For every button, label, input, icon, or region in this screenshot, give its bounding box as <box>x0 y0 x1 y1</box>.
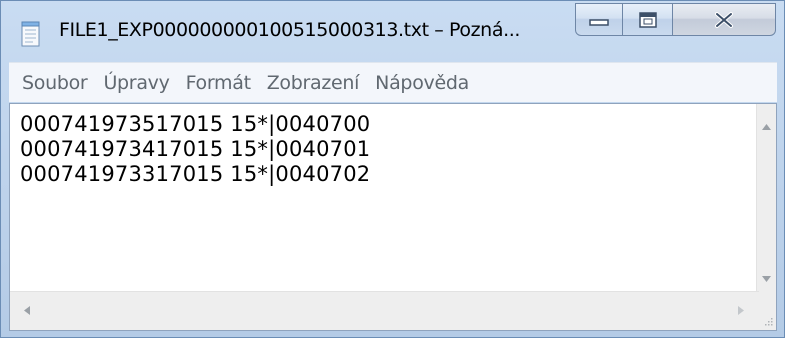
horizontal-scrollbar[interactable] <box>10 291 759 330</box>
menu-view[interactable]: Zobrazení <box>259 72 367 94</box>
menu-file[interactable]: Soubor <box>14 72 95 94</box>
maximize-button[interactable] <box>623 3 673 36</box>
menu-format[interactable]: Formát <box>178 72 259 94</box>
scroll-right-icon[interactable] <box>738 306 744 315</box>
editor-client-area: 000741973517015 15*|0040700 000741973417… <box>9 103 777 331</box>
window-title: FILE1_EXP000000000100515000313.txt – Poz… <box>59 19 520 41</box>
close-button[interactable] <box>673 3 776 36</box>
scroll-down-icon[interactable] <box>762 276 771 282</box>
close-icon <box>715 11 733 28</box>
scroll-up-icon[interactable] <box>762 124 771 130</box>
text-editor[interactable]: 000741973517015 15*|0040700 000741973417… <box>10 104 759 292</box>
text-line: 000741973517015 15*|0040700 <box>20 112 371 136</box>
text-line: 000741973317015 15*|0040702 <box>20 162 371 186</box>
scroll-left-icon[interactable] <box>24 306 30 315</box>
resize-grip[interactable] <box>757 292 776 330</box>
menu-edit[interactable]: Úpravy <box>95 72 177 94</box>
notepad-window: FILE1_EXP000000000100515000313.txt – Poz… <box>0 0 785 338</box>
minimize-icon <box>589 18 609 26</box>
caption-buttons <box>575 3 776 36</box>
maximize-icon <box>638 11 657 28</box>
menu-help[interactable]: Nápověda <box>367 72 477 94</box>
menu-bar: Soubor Úpravy Formát Zobrazení Nápověda <box>9 62 777 102</box>
minimize-button[interactable] <box>575 3 623 36</box>
text-line: 000741973417015 15*|0040701 <box>20 137 371 161</box>
vertical-scrollbar[interactable] <box>756 104 776 292</box>
title-bar[interactable]: FILE1_EXP000000000100515000313.txt – Poz… <box>1 1 784 59</box>
notepad-icon <box>21 21 40 47</box>
resize-grip-icon <box>765 318 773 326</box>
